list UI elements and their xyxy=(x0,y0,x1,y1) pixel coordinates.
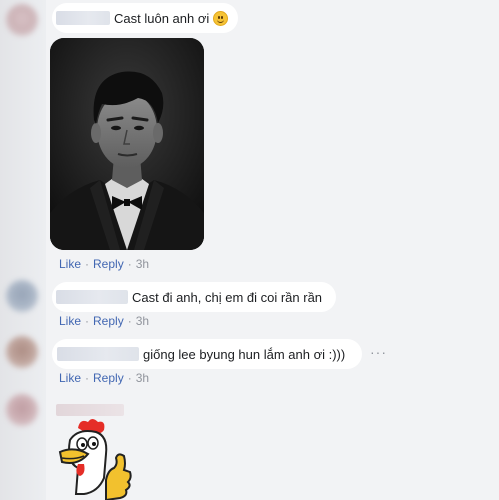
commenter-name-blurred[interactable] xyxy=(56,404,124,416)
comment-text: Cast đi anh, chị em đi coi rần rần xyxy=(132,289,323,305)
separator-dot: · xyxy=(85,314,90,328)
separator-dot: · xyxy=(85,257,90,271)
comment-bubble: Cast luôn anh ơi xyxy=(52,3,238,33)
timestamp[interactable]: 3h xyxy=(136,371,149,385)
reply-link[interactable]: Reply xyxy=(93,257,124,271)
comment-text: Cast luôn anh ơi xyxy=(114,10,210,26)
commenter-name-blurred[interactable] xyxy=(57,347,139,361)
avatar[interactable] xyxy=(6,336,38,368)
timestamp[interactable]: 3h xyxy=(136,257,149,271)
commenter-name-blurred[interactable] xyxy=(56,11,110,25)
rooster-thumbs-up-sticker-icon[interactable] xyxy=(48,418,132,500)
timestamp[interactable]: 3h xyxy=(136,314,149,328)
separator-dot: · xyxy=(127,314,132,328)
comment-text: giống lee byung hun lắm anh ơi :))) xyxy=(143,346,346,362)
portrait-image xyxy=(50,38,204,250)
comment-actions: Like · Reply · 3h xyxy=(59,314,149,328)
reply-link[interactable]: Reply xyxy=(93,314,124,328)
avatar[interactable] xyxy=(6,280,38,312)
reply-link[interactable]: Reply xyxy=(93,371,124,385)
comment-photo[interactable] xyxy=(50,38,204,250)
comment-bubble: Cast đi anh, chị em đi coi rần rần xyxy=(52,282,336,312)
smiley-emoji-icon xyxy=(213,10,229,26)
separator-dot: · xyxy=(85,371,90,385)
separator-dot: · xyxy=(127,257,132,271)
more-options-icon[interactable]: ··· xyxy=(370,344,387,360)
comment-actions: Like · Reply · 3h xyxy=(59,371,149,385)
separator-dot: · xyxy=(127,371,132,385)
comment-actions: Like · Reply · 3h xyxy=(59,257,149,271)
like-link[interactable]: Like xyxy=(59,371,81,385)
comment-bubble: giống lee byung hun lắm anh ơi :))) xyxy=(52,339,362,369)
like-link[interactable]: Like xyxy=(59,314,81,328)
commenter-name-blurred[interactable] xyxy=(56,290,128,304)
like-link[interactable]: Like xyxy=(59,257,81,271)
avatar[interactable] xyxy=(6,394,38,426)
avatar[interactable] xyxy=(6,4,38,36)
